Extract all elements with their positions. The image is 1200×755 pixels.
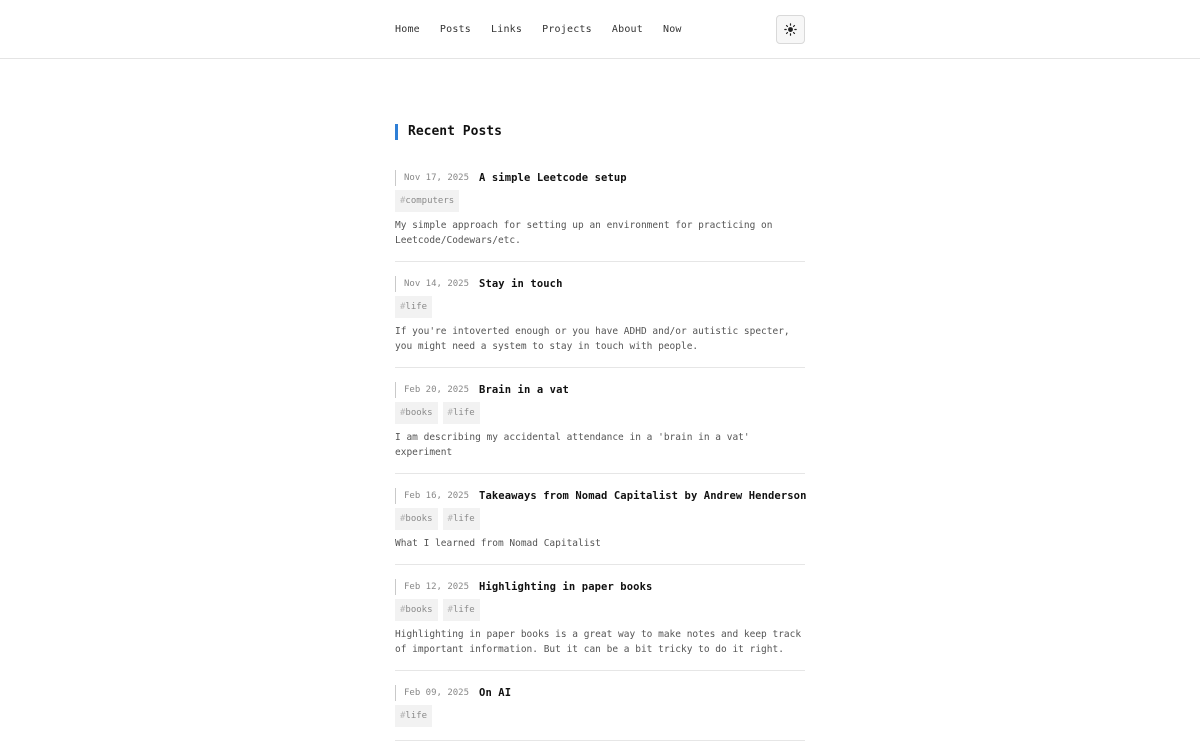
theme-toggle-button[interactable]	[776, 15, 805, 44]
post-date: Nov 17, 2025	[395, 170, 469, 186]
tag-link[interactable]: #books	[395, 508, 438, 530]
tag-label: books	[405, 514, 433, 524]
tag-label: life	[405, 302, 428, 312]
post-date: Feb 09, 2025	[395, 685, 469, 701]
tag-label: books	[405, 605, 433, 615]
post-title-link[interactable]: Stay in touch	[479, 278, 562, 290]
top-navigation-bar: Home Posts Links Projects About Now	[0, 0, 1200, 59]
sun-icon	[784, 23, 797, 36]
tag-label: computers	[405, 196, 455, 206]
tag-link[interactable]: #computers	[395, 190, 460, 212]
post-item: Nov 17, 2025 A simple Leetcode setup #comp…	[395, 170, 805, 262]
tag-label: life	[452, 514, 475, 524]
post-header: Feb 12, 2025 Highlighting in paper books	[395, 579, 805, 595]
nav-item-posts[interactable]: Posts	[440, 24, 471, 35]
tag-link[interactable]: #life	[395, 705, 433, 727]
tag-link[interactable]: #life	[442, 508, 480, 530]
post-title-link[interactable]: On AI	[479, 687, 511, 699]
post-description: I am describing my accidental attendance…	[395, 432, 750, 458]
post-header: Nov 17, 2025 A simple Leetcode setup	[395, 170, 805, 186]
post-tags: #books #life	[395, 599, 805, 621]
post-description: Highlighting in paper books is a great w…	[395, 629, 802, 655]
post-header: Nov 14, 2025 Stay in touch	[395, 276, 805, 292]
post-description: If you're intoverted enough or you have …	[395, 326, 790, 352]
post-tags: #books #life	[395, 402, 805, 424]
post-header: Feb 09, 2025 On AI	[395, 685, 805, 701]
tag-label: life	[452, 408, 475, 418]
tag-link[interactable]: #life	[442, 402, 480, 424]
post-header: Feb 20, 2025 Brain in a vat	[395, 382, 805, 398]
post-title-link[interactable]: Brain in a vat	[479, 384, 569, 396]
post-description: My simple approach for setting up an env…	[395, 220, 773, 246]
tag-link[interactable]: #books	[395, 599, 438, 621]
main-content: Recent Posts Nov 17, 2025 A simple Leetco…	[395, 124, 807, 755]
post-title-link[interactable]: Highlighting in paper books	[479, 581, 652, 593]
post-date: Nov 14, 2025	[395, 276, 469, 292]
post-item: Nov 14, 2025 Stay in touch #life If you're …	[395, 276, 805, 368]
nav-item-links[interactable]: Links	[491, 24, 522, 35]
post-date: Feb 20, 2025	[395, 382, 469, 398]
main-nav: Home Posts Links Projects About Now	[395, 0, 682, 59]
post-list: Nov 17, 2025 A simple Leetcode setup #comp…	[395, 170, 807, 741]
tag-label: life	[452, 605, 475, 615]
tag-link[interactable]: #life	[395, 296, 433, 318]
post-description: What I learned from Nomad Capitalist	[395, 538, 601, 549]
post-title-link[interactable]: Takeaways from Nomad Capitalist by Andre…	[479, 490, 807, 502]
post-tags: #computers	[395, 190, 805, 212]
post-item: Feb 16, 2025 Takeaways from Nomad Capital…	[395, 488, 807, 565]
nav-item-about[interactable]: About	[612, 24, 643, 35]
post-tags: #books #life	[395, 508, 805, 530]
nav-item-projects[interactable]: Projects	[542, 24, 592, 35]
post-header: Feb 16, 2025 Takeaways from Nomad Capital…	[395, 488, 807, 504]
tag-link[interactable]: #life	[442, 599, 480, 621]
post-tags: #life	[395, 705, 805, 727]
post-tags: #life	[395, 296, 805, 318]
post-title-link[interactable]: A simple Leetcode setup	[479, 172, 627, 184]
section-title: Recent Posts	[395, 124, 805, 140]
tag-link[interactable]: #books	[395, 402, 438, 424]
post-date: Feb 16, 2025	[395, 488, 469, 504]
tag-label: life	[405, 711, 428, 721]
post-item: Feb 20, 2025 Brain in a vat #books #life I a…	[395, 382, 805, 474]
post-item: Feb 09, 2025 On AI #life	[395, 685, 805, 741]
post-date: Feb 12, 2025	[395, 579, 469, 595]
post-item: Feb 12, 2025 Highlighting in paper books #…	[395, 579, 805, 671]
nav-item-home[interactable]: Home	[395, 24, 420, 35]
nav-item-now[interactable]: Now	[663, 24, 682, 35]
tag-label: books	[405, 408, 433, 418]
